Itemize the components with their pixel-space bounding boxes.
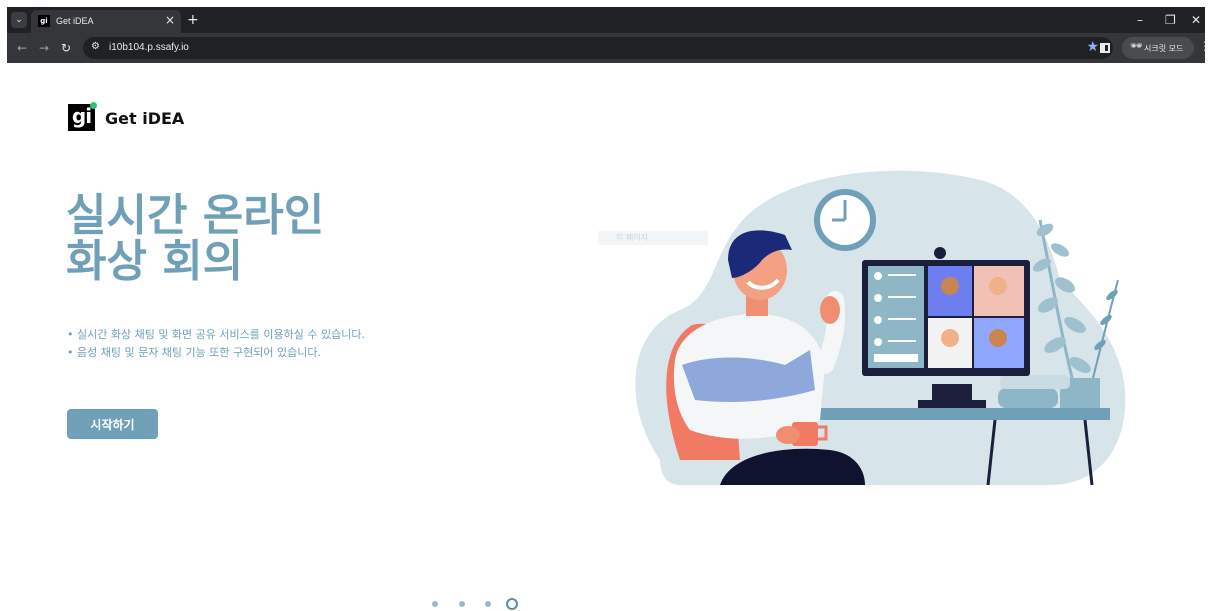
hero-title: 실시간 온라인 화상 회의 [66,193,324,285]
logo-dot [90,102,97,109]
incognito-badge[interactable]: 🕶 시크릿 모드 [1122,37,1194,59]
incognito-label: 시크릿 모드 [1144,44,1184,53]
hero-title-line1: 실시간 온라인 [66,190,325,241]
browser-tab[interactable]: gi Get iDEA × [31,10,181,33]
carousel-dot-3[interactable] [485,601,491,607]
carousel-dot-4-active[interactable] [506,598,518,610]
close-icon[interactable]: × [165,13,175,27]
book-stack [998,388,1058,408]
feature-item: • 실시간 화상 채팅 및 화면 공유 서비스를 이용하실 수 있습니다. [67,328,365,341]
forward-icon[interactable]: → [39,40,49,56]
carousel-dot-1[interactable] [432,601,438,607]
browser-toolbar: ← → ↻ ⚙ i10b104.p.ssafy.io ★ 🕶 시크릿 모드 ⋮ [7,33,1211,63]
favicon-icon: gi [38,15,50,27]
start-button[interactable]: 시작하기 [67,409,158,439]
site-info-icon[interactable]: ⚙ [91,41,100,52]
side-panel-icon[interactable] [1100,43,1110,53]
restore-icon[interactable]: ❐ [1165,12,1176,28]
desk [790,408,1110,420]
tab-search-icon[interactable]: ⌄ [11,12,27,28]
browser-menu-icon[interactable]: ⋮ [1199,39,1211,53]
reload-icon[interactable]: ↻ [61,40,71,56]
feature-item: • 음성 채팅 및 문자 채팅 기능 또한 구현되어 있습니다. [67,346,321,359]
video-conference-illustration [635,170,1126,486]
address-bar[interactable]: ⚙ i10b104.p.ssafy.io ★ [83,37,1113,59]
url-text[interactable]: i10b104.p.ssafy.io [109,42,189,53]
tab-title: Get iDEA [56,16,94,26]
hero-title-line2: 화상 회의 [66,236,244,287]
incognito-icon: 🕶 [1130,41,1143,52]
back-icon[interactable]: ← [17,40,27,56]
window-close-icon[interactable]: ✕ [1191,12,1201,28]
tab-bar: ⌄ gi Get iDEA × + – ❐ ✕ [7,7,1205,33]
feature-list: • 실시간 화상 채팅 및 화면 공유 서비스를 이용하실 수 있습니다. • … [67,326,365,362]
carousel-dot-2[interactable] [459,601,465,607]
logo-text: Get iDEA [105,109,185,128]
browser-chrome: ⌄ gi Get iDEA × + – ❐ ✕ ← → ↻ ⚙ i10b104.… [7,7,1211,63]
new-tab-icon[interactable]: + [187,12,199,28]
minimize-icon[interactable]: – [1137,12,1143,28]
bookmark-star-icon[interactable]: ★ [1086,39,1099,55]
